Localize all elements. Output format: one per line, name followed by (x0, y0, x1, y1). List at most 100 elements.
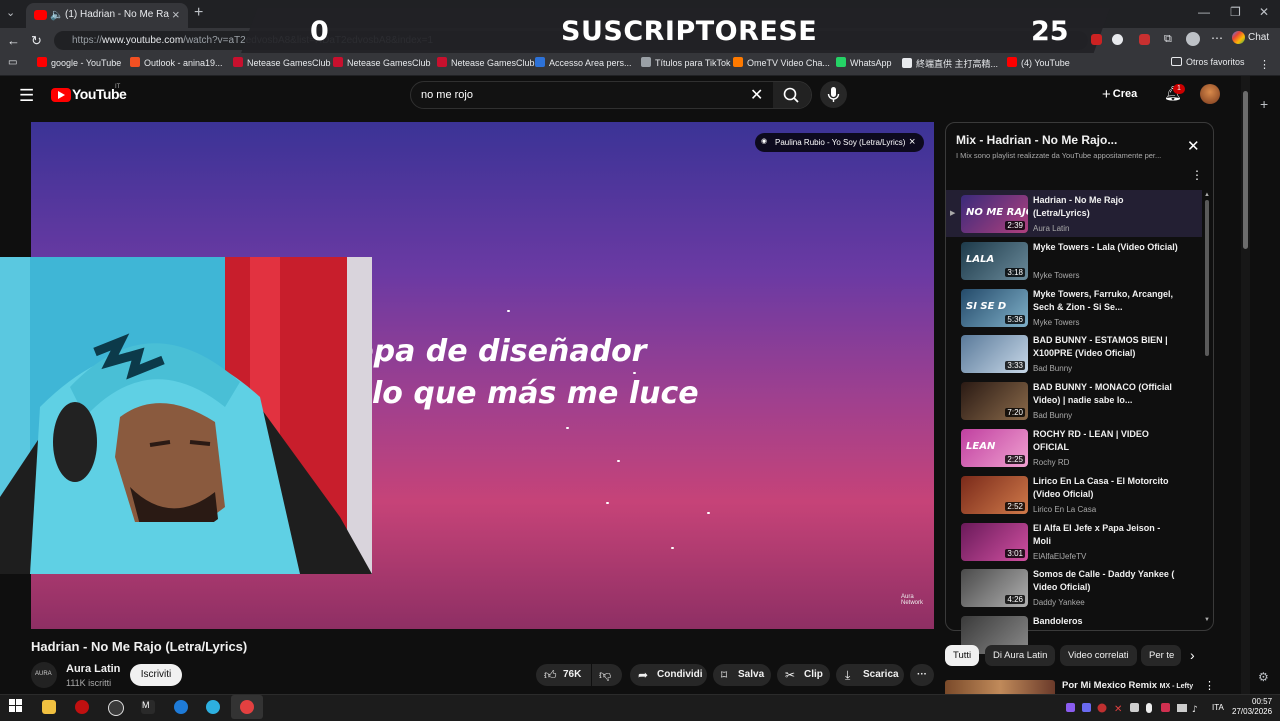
extension-icon[interactable] (1139, 34, 1150, 45)
save-button[interactable]: ⌑ Salva (713, 664, 771, 686)
keyboard-language[interactable]: ITA (1212, 703, 1224, 712)
chat-button[interactable]: Chat (1232, 31, 1276, 49)
playlist-item[interactable]: SI SE D 5:36 Myke Towers, Farruko, Arcange… (946, 284, 1202, 331)
video-thumbnail[interactable]: LALA 3:18 (961, 241, 1028, 280)
back-icon[interactable]: ← (7, 33, 20, 48)
search-input[interactable]: no me rojo (421, 89, 473, 101)
bookmark-favicon-icon (836, 57, 846, 67)
browser-side-plus-icon[interactable]: + (1260, 96, 1268, 112)
system-tray[interactable]: ✕ ♪ (1066, 701, 1206, 715)
tab-list-chevron-icon[interactable]: ⌄ (6, 6, 15, 19)
bookmark-item[interactable]: 終端直供 主打高精... (902, 57, 998, 70)
search-button[interactable] (773, 82, 811, 108)
bookmark-item[interactable]: Títulos para TikTok (641, 57, 731, 68)
video-thumbnail[interactable]: SI SE D 5:36 (961, 288, 1028, 327)
playlist-title[interactable]: Mix - Hadrian - No Me Rajo... (956, 133, 1117, 147)
recommended-thumbnail[interactable] (945, 680, 1055, 694)
maximize-icon[interactable]: ❐ (1230, 5, 1241, 19)
playlist-more-icon[interactable]: ⋮ (1191, 168, 1203, 182)
other-favorites-folder[interactable]: Otros favoritos (1171, 57, 1245, 67)
notification-count-badge: 1 (1173, 84, 1185, 94)
filter-chip[interactable]: Video correlati (1060, 645, 1137, 666)
video-thumbnail[interactable]: 7:20 (961, 382, 1028, 421)
browser-settings-icon[interactable]: ⚙ (1258, 670, 1269, 684)
extensions-puzzle-icon[interactable]: ⧉ (1164, 33, 1172, 46)
search-box[interactable]: no me rojo ✕ (410, 81, 812, 109)
extension-icon[interactable] (1112, 34, 1123, 45)
playlist-item[interactable]: 3:33 BAD BUNNY - ESTAMOS BIEN | X100PRE (… (946, 330, 1202, 377)
bookmark-item[interactable]: OmeTV Video Cha... (733, 57, 830, 68)
youtube-logo-icon[interactable] (51, 88, 71, 102)
filter-chip[interactable]: Tutti (945, 645, 980, 666)
download-button[interactable]: ⤓ Scarica (836, 664, 904, 686)
dislike-button[interactable]: 👎︎ (592, 664, 622, 686)
clear-search-icon[interactable]: ✕ (750, 85, 763, 105)
video-thumbnail[interactable]: NO ME RAJO 2:39 (961, 195, 1028, 233)
bookmark-item[interactable]: WhatsApp (836, 57, 892, 68)
channel-avatar[interactable]: AURA (31, 662, 57, 688)
video-thumbnail[interactable]: LEAN 2:25 (961, 429, 1028, 467)
account-avatar[interactable] (1200, 84, 1220, 104)
windows-start-icon[interactable] (9, 699, 23, 718)
chips-next-icon[interactable]: › (1190, 647, 1195, 663)
clip-button[interactable]: ✂ Clip (777, 664, 830, 686)
app-icon[interactable]: M (141, 700, 155, 714)
channel-name[interactable]: Aura Latin (66, 663, 120, 675)
filter-chip[interactable]: Per te (1141, 645, 1181, 666)
playlist-item[interactable]: LEAN 2:25 ROCHY RD - LEAN | VIDEO OFICIAL R… (946, 424, 1202, 471)
share-button[interactable]: ➦ Condividi (630, 664, 707, 686)
profile-icon[interactable] (1186, 32, 1200, 46)
app-icon[interactable] (108, 700, 124, 716)
menu-hamburger-icon[interactable]: ☰ (19, 86, 34, 106)
bookmark-item[interactable]: Netease GamesClub (333, 57, 431, 68)
reload-icon[interactable]: ↻ (31, 33, 42, 49)
file-explorer-icon[interactable] (42, 700, 56, 714)
bookmark-item[interactable]: Netease GamesClub (437, 57, 535, 68)
app-icon[interactable] (75, 700, 89, 714)
recommended-more-icon[interactable]: ⋮ (1204, 679, 1215, 692)
bookmark-item[interactable]: Netease GamesClub (233, 57, 331, 68)
taskbar-clock[interactable]: 00:57 27/03/2026 (1232, 697, 1272, 717)
recommended-video-title[interactable]: Por Mi Mexico Remix MX - Lefty (1062, 680, 1193, 691)
browser-icon[interactable] (206, 700, 220, 714)
voice-search-button[interactable] (820, 81, 847, 108)
browser-menu-icon[interactable]: ⋯ (1211, 31, 1223, 45)
bookmark-item[interactable]: Outlook - anina19... (130, 57, 223, 68)
close-icon[interactable]: × (909, 136, 915, 148)
video-thumbnail[interactable]: 4:26 (961, 569, 1028, 608)
close-window-icon[interactable]: ✕ (1259, 5, 1269, 19)
new-tab-button[interactable]: + (194, 4, 203, 22)
scroll-up-icon[interactable]: ▲ (1204, 192, 1210, 198)
playlist-item[interactable]: LALA 3:18 Myke Towers - Lala (Video Oficia… (946, 237, 1202, 284)
playlist-item[interactable]: 2:52 Lirico En La Casa - El Motorcito (Vi… (946, 471, 1202, 518)
bookmarks-overflow-icon[interactable]: ⋮ (1259, 58, 1270, 71)
playlist-item[interactable]: 3:01 El Alfa El Jefe x Papa Jeison - Moli… (946, 518, 1202, 565)
like-button[interactable]: 👍︎ 76K (536, 664, 591, 686)
page-scrollbar-thumb[interactable] (1243, 91, 1248, 249)
browser-tab-active[interactable]: 🔈 (1) Hadrian - No Me Rajo (Letra/Lyrics… (26, 3, 188, 28)
sidebar-toggle-icon[interactable]: ▭ (8, 57, 17, 68)
bookmark-item[interactable]: (4) YouTube (1007, 57, 1070, 68)
speaker-icon[interactable]: 🔈 (50, 8, 64, 21)
more-actions-button[interactable]: ··· (910, 664, 934, 686)
playlist-item[interactable]: 7:20 BAD BUNNY - MONACO (Official Video) … (946, 377, 1202, 424)
playlist-item[interactable]: 4:26 Somos de Calle - Daddy Yankee ( Vide… (946, 564, 1202, 611)
extension-icon[interactable] (1091, 34, 1102, 45)
video-thumbnail[interactable]: 3:01 (961, 522, 1028, 561)
video-thumbnail[interactable]: 2:52 (961, 475, 1028, 514)
edge-browser-icon[interactable] (174, 700, 188, 714)
bookmark-item[interactable]: google - YouTube (37, 57, 121, 68)
close-tab-icon[interactable]: × (172, 7, 180, 22)
filter-chip[interactable]: Di Aura Latin (985, 645, 1056, 666)
playlist-scrollbar[interactable] (1205, 200, 1209, 356)
bookmark-item[interactable]: Accesso Area pers... (535, 57, 632, 68)
minimize-icon[interactable]: — (1198, 5, 1210, 19)
subscribe-button[interactable]: Iscriviti (130, 664, 182, 686)
video-thumbnail[interactable]: 3:33 (961, 335, 1028, 374)
up-next-chip[interactable]: ◉ Paulina Rubio - Yo Soy (Letra/Lyrics) … (755, 133, 924, 152)
scroll-down-icon[interactable]: ▼ (1204, 617, 1210, 623)
create-button[interactable]: + Crea (1102, 86, 1137, 103)
close-playlist-icon[interactable]: ✕ (1187, 137, 1200, 155)
playlist-item[interactable]: ▶ NO ME RAJO 2:39 Hadrian - No Me Rajo (Let… (946, 190, 1202, 237)
obs-icon[interactable] (240, 700, 254, 714)
